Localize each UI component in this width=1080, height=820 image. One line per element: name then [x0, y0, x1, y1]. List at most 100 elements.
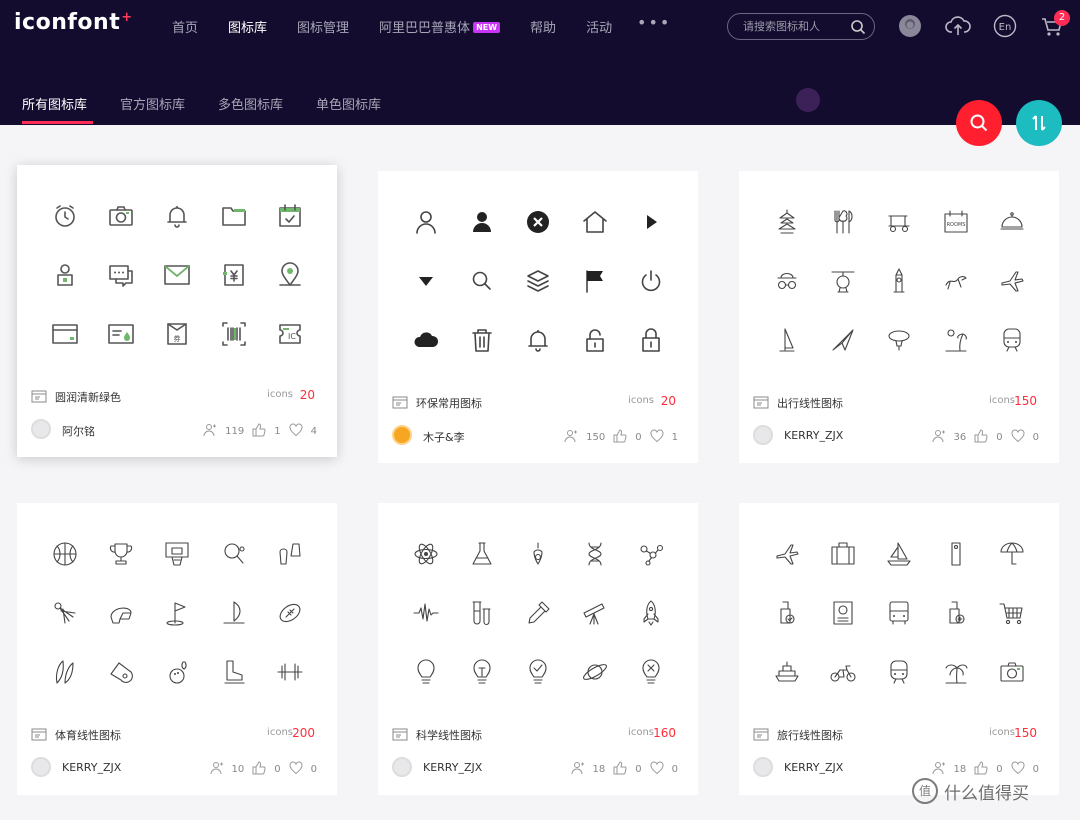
- search-input[interactable]: [743, 20, 843, 33]
- airplane-icon[interactable]: [773, 540, 801, 568]
- tab-all-libraries[interactable]: 所有图标库: [22, 94, 94, 124]
- whistle-icon[interactable]: [107, 658, 135, 686]
- like-icon[interactable]: [613, 761, 627, 778]
- test-tubes-icon[interactable]: [468, 599, 496, 627]
- camera-icon[interactable]: [998, 658, 1026, 686]
- more-menu-icon[interactable]: •••: [637, 13, 671, 32]
- icon-library-card[interactable]: 旅行线性图标 icons 150 KERRY_ZJX 18 0 0: [739, 503, 1059, 795]
- cutlery-icon[interactable]: [829, 208, 857, 236]
- nav-item-help[interactable]: 帮助: [530, 17, 556, 36]
- avatar[interactable]: [392, 757, 412, 777]
- bag-plus-icon[interactable]: [942, 599, 970, 627]
- folder-icon[interactable]: [220, 202, 248, 230]
- like-icon[interactable]: [613, 429, 627, 446]
- author-name[interactable]: KERRY_ZJX: [784, 761, 843, 774]
- avatar[interactable]: [392, 425, 412, 445]
- library-title[interactable]: 圆润清新绿色: [55, 389, 121, 405]
- telescope-icon[interactable]: [581, 599, 609, 627]
- icon-library-card[interactable]: 科学线性图标 icons 160 KERRY_ZJX 18 0 0: [378, 503, 698, 795]
- passport-icon[interactable]: [829, 599, 857, 627]
- helicopter-icon[interactable]: [829, 267, 857, 295]
- luggage-tag-icon[interactable]: [942, 540, 970, 568]
- favorite-icon[interactable]: [289, 761, 303, 778]
- author-name[interactable]: 阿尔铭: [62, 423, 95, 439]
- rocket-icon[interactable]: [637, 599, 665, 627]
- icon-library-card[interactable]: 体育线性图标 icons 200 KERRY_ZJX 10 0 0: [17, 503, 337, 795]
- bag-check-icon[interactable]: [773, 599, 801, 627]
- sailboat-icon[interactable]: [885, 540, 913, 568]
- calendar-check-icon[interactable]: [276, 202, 304, 230]
- language-toggle[interactable]: En: [993, 14, 1017, 42]
- bus-icon[interactable]: [885, 599, 913, 627]
- like-icon[interactable]: [252, 423, 266, 440]
- molecule-icon[interactable]: [637, 540, 665, 568]
- nav-item-home[interactable]: 首页: [172, 17, 198, 36]
- user-solid-icon[interactable]: [468, 208, 496, 236]
- shuttlecock-icon[interactable]: [51, 599, 79, 627]
- avatar[interactable]: [753, 425, 773, 445]
- bulb-icon[interactable]: [412, 658, 440, 686]
- palm-tree-icon[interactable]: [942, 658, 970, 686]
- bowling-icon[interactable]: [163, 658, 191, 686]
- user-card-icon[interactable]: [51, 261, 79, 289]
- power-icon[interactable]: [637, 267, 665, 295]
- bell-icon[interactable]: [524, 326, 552, 354]
- beach-umbrella-icon[interactable]: [998, 540, 1026, 568]
- flippers-icon[interactable]: [276, 540, 304, 568]
- icon-library-card[interactable]: 环保常用图标 icons 20 木子&李 150 0 1: [378, 171, 698, 463]
- basketball-icon[interactable]: [51, 540, 79, 568]
- bulb-idea-icon[interactable]: [468, 658, 496, 686]
- logo[interactable]: iconfont+: [14, 10, 133, 35]
- plane-fold-icon[interactable]: [829, 326, 857, 354]
- motorbike-icon[interactable]: [829, 658, 857, 686]
- like-icon[interactable]: [974, 761, 988, 778]
- train-icon[interactable]: [998, 326, 1026, 354]
- nav-item-puhuiti[interactable]: 阿里巴巴普惠体 NEW: [379, 17, 501, 36]
- library-title[interactable]: 环保常用图标: [416, 395, 482, 411]
- search-icon[interactable]: [850, 19, 866, 39]
- icon-library-card[interactable]: 券 IC 圆润清新绿色 icons 20 阿尔铭 119 1 4: [17, 165, 337, 457]
- hoop-icon[interactable]: [163, 540, 191, 568]
- train-icon[interactable]: [885, 658, 913, 686]
- library-title[interactable]: 旅行线性图标: [777, 727, 843, 743]
- floating-sort-button[interactable]: [1016, 100, 1062, 146]
- beach-icon[interactable]: [942, 326, 970, 354]
- airplane-icon[interactable]: [998, 267, 1026, 295]
- suitcase-icon[interactable]: [829, 540, 857, 568]
- waveform-icon[interactable]: [412, 599, 440, 627]
- cart-icon[interactable]: [998, 599, 1026, 627]
- user-avatar-icon[interactable]: [898, 14, 922, 42]
- rooms-sign-icon[interactable]: ROOMS: [942, 208, 970, 236]
- ping-pong-icon[interactable]: [220, 540, 248, 568]
- library-title[interactable]: 体育线性图标: [55, 727, 121, 743]
- surfboard-icon[interactable]: [51, 658, 79, 686]
- play-icon[interactable]: [637, 208, 665, 236]
- tab-monochrome-libraries[interactable]: 单色图标库: [316, 94, 381, 113]
- dna-icon[interactable]: [581, 540, 609, 568]
- close-circle-icon[interactable]: [524, 208, 552, 236]
- nav-item-icon-management[interactable]: 图标管理: [297, 17, 349, 36]
- like-icon[interactable]: [974, 429, 988, 446]
- pagoda-icon[interactable]: [773, 208, 801, 236]
- dragon-icon[interactable]: [942, 267, 970, 295]
- food-cloche-icon[interactable]: [998, 208, 1026, 236]
- triangle-down-icon[interactable]: [412, 267, 440, 295]
- author-name[interactable]: KERRY_ZJX: [784, 429, 843, 442]
- ticket-icon[interactable]: IC: [276, 320, 304, 348]
- sail-icon[interactable]: [773, 326, 801, 354]
- lock-icon[interactable]: [637, 326, 665, 354]
- alarm-clock-icon[interactable]: [51, 202, 79, 230]
- author-name[interactable]: KERRY_ZJX: [423, 761, 482, 774]
- nav-item-activity[interactable]: 活动: [586, 17, 612, 36]
- favorite-icon[interactable]: [289, 423, 303, 440]
- camera-icon[interactable]: [107, 202, 135, 230]
- cloud-icon[interactable]: [412, 326, 440, 354]
- favorite-icon[interactable]: [650, 761, 664, 778]
- search-icon[interactable]: [468, 267, 496, 295]
- dumbbell-icon[interactable]: [276, 658, 304, 686]
- flask-icon[interactable]: [468, 540, 496, 568]
- barcode-icon[interactable]: [220, 320, 248, 348]
- skate-boot-icon[interactable]: [220, 658, 248, 686]
- id-card-drop-icon[interactable]: [107, 320, 135, 348]
- big-ben-icon[interactable]: [885, 267, 913, 295]
